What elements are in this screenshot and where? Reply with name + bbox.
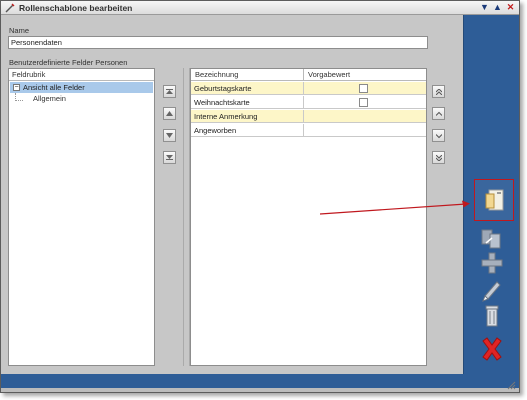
tree-connector xyxy=(15,93,23,101)
action-toolbar xyxy=(463,15,519,378)
column-separator xyxy=(303,69,304,81)
resize-grip-icon[interactable] xyxy=(507,381,516,390)
cancel-icon xyxy=(482,337,502,361)
delete-button[interactable] xyxy=(478,302,506,330)
field-category-panel: Feldrubrik − Ansicht alle Felder Allgeme… xyxy=(8,68,155,366)
row-label: Weihnachtskarte xyxy=(194,98,250,107)
row-label: Interne Anmerkung xyxy=(194,112,258,121)
row-move-up-button[interactable] xyxy=(432,107,445,120)
table-row[interactable]: Weihnachtskarte xyxy=(191,96,426,109)
cell-separator xyxy=(303,96,304,109)
row-move-top-button[interactable] xyxy=(432,85,445,98)
default-checkbox[interactable] xyxy=(359,84,368,93)
move-down-icon xyxy=(166,133,173,138)
row-label: Geburtstagskarte xyxy=(194,84,252,93)
row-label: Angeworben xyxy=(194,126,237,135)
cell-separator xyxy=(303,124,304,137)
grid-header: Bezeichnung Vorgabewert xyxy=(191,69,426,81)
tree-item-general[interactable]: Allgemein xyxy=(33,94,66,103)
row-move-down-button[interactable] xyxy=(432,129,445,142)
table-row[interactable]: Geburtstagskarte xyxy=(191,82,426,95)
table-row[interactable]: Interne Anmerkung xyxy=(191,110,426,123)
edit-button[interactable] xyxy=(478,275,506,303)
open-template-button[interactable] xyxy=(474,179,514,221)
fields-grid: Bezeichnung Vorgabewert Geburtstagskarte… xyxy=(190,68,427,366)
edit-role-template-window: Rollenschablone bearbeiten ▼ ▲ ✕ Name Be… xyxy=(0,0,520,393)
move-top-icon xyxy=(166,89,173,94)
double-chevron-up-icon xyxy=(436,89,442,95)
tree-item-all-fields[interactable]: − Ansicht alle Felder xyxy=(10,82,153,93)
collapse-icon[interactable]: − xyxy=(13,84,20,91)
cancel-button[interactable] xyxy=(478,335,506,363)
column-header-label[interactable]: Bezeichnung xyxy=(195,70,238,79)
delete-icon xyxy=(485,305,499,327)
move-down-button[interactable] xyxy=(163,129,176,142)
open-template-icon xyxy=(485,189,504,211)
window-title: Rollenschablone bearbeiten xyxy=(19,3,133,13)
chevron-down-icon xyxy=(436,134,442,139)
default-checkbox[interactable] xyxy=(359,98,368,107)
field-category-header: Feldrubrik xyxy=(9,69,154,81)
title-bar: Rollenschablone bearbeiten ▼ ▲ ✕ xyxy=(1,1,519,15)
status-bar xyxy=(1,374,519,388)
close-icon[interactable]: ✕ xyxy=(505,2,516,13)
name-input[interactable] xyxy=(8,36,428,49)
table-row[interactable]: Angeworben xyxy=(191,124,426,137)
fields-label: Benutzerdefinierte Felder Personen xyxy=(9,58,128,67)
move-bottom-button[interactable] xyxy=(163,151,176,164)
double-chevron-down-icon xyxy=(436,155,442,161)
add-icon xyxy=(481,252,503,274)
move-bottom-icon xyxy=(166,155,173,160)
move-up-icon xyxy=(166,111,173,116)
pen-icon xyxy=(5,3,15,13)
column-header-default[interactable]: Vorgabewert xyxy=(308,70,350,79)
move-top-button[interactable] xyxy=(163,85,176,98)
row-move-bottom-button[interactable] xyxy=(432,151,445,164)
chevron-up-icon xyxy=(436,111,442,116)
tree-item-label: Ansicht alle Felder xyxy=(23,83,85,92)
edit-icon xyxy=(482,281,501,302)
panel-splitter[interactable] xyxy=(183,68,190,366)
cell-separator xyxy=(303,82,304,95)
name-label: Name xyxy=(9,26,30,35)
footer-strip xyxy=(1,388,519,392)
pin-up-icon[interactable]: ▲ xyxy=(492,2,503,13)
move-up-button[interactable] xyxy=(163,107,176,120)
add-button[interactable] xyxy=(478,249,506,277)
pin-down-icon[interactable]: ▼ xyxy=(479,2,490,13)
cell-separator xyxy=(303,110,304,123)
